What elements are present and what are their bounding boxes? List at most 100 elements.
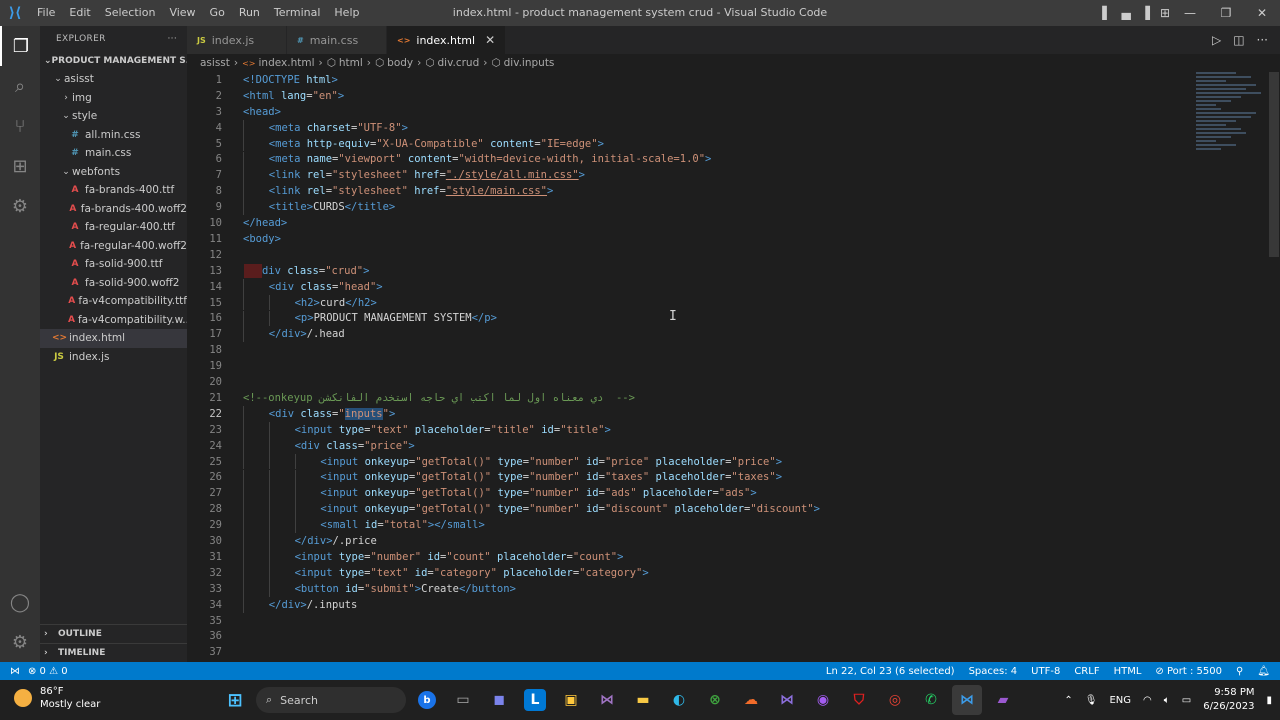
- tree-item[interactable]: › img: [40, 89, 187, 108]
- wifi-icon[interactable]: ◠: [1143, 695, 1152, 706]
- toggle-panel-icon[interactable]: ▄: [1121, 6, 1130, 20]
- edge-icon[interactable]: ◐: [664, 685, 694, 715]
- battery-icon[interactable]: ▭: [1182, 695, 1191, 706]
- bing-icon[interactable]: b: [418, 691, 436, 709]
- editor-scrollbar[interactable]: [1268, 72, 1280, 662]
- tree-item[interactable]: Afa-regular-400.ttf: [40, 218, 187, 237]
- tree-item[interactable]: Afa-solid-900.ttf: [40, 255, 187, 274]
- mcafee-icon[interactable]: ⛉: [844, 685, 874, 715]
- more-actions-icon[interactable]: ···: [168, 34, 177, 44]
- menu-help[interactable]: Help: [327, 0, 366, 26]
- end-of-line[interactable]: CRLF: [1074, 666, 1099, 677]
- volume-icon[interactable]: 🔈︎: [1164, 695, 1170, 706]
- live-server-port[interactable]: ⊘ Port : 5500: [1155, 666, 1222, 677]
- tab-index-html[interactable]: <> index.html ✕: [387, 26, 507, 54]
- tree-item[interactable]: Afa-v4compatibility.w...: [40, 311, 187, 330]
- run-icon[interactable]: ▷: [1212, 33, 1221, 47]
- tree-item[interactable]: ⌄ asisst: [40, 70, 187, 89]
- taskbar-clock[interactable]: 9:58 PM 6/26/2023: [1203, 686, 1254, 714]
- store-icon[interactable]: ▣: [556, 685, 586, 715]
- source-control-icon[interactable]: ⑂: [0, 106, 40, 146]
- tree-item[interactable]: Afa-solid-900.woff2: [40, 274, 187, 293]
- problems-indicator[interactable]: ⊗ 0 ⚠ 0: [28, 666, 68, 677]
- close-tab-icon[interactable]: ✕: [485, 33, 495, 47]
- menu-terminal[interactable]: Terminal: [267, 0, 328, 26]
- extensions-icon[interactable]: ⊞: [0, 146, 40, 186]
- code-editor[interactable]: 1 <!DOCTYPE html> 2 <html lang="en"> 3 <head>…: [187, 72, 1280, 662]
- more-actions-icon[interactable]: ···: [1257, 33, 1268, 47]
- tree-item[interactable]: Afa-regular-400.woff2: [40, 237, 187, 256]
- encoding[interactable]: UTF-8: [1031, 666, 1060, 677]
- microphone-icon[interactable]: 🎙︎: [1085, 695, 1098, 706]
- visual-studio-icon[interactable]: ⋈: [592, 685, 622, 715]
- task-view-icon[interactable]: ▭: [448, 685, 478, 715]
- close-icon[interactable]: ✕: [1244, 0, 1280, 26]
- accounts-icon[interactable]: ◯: [0, 582, 40, 622]
- remote-explorer-icon[interactable]: ⚙: [0, 186, 40, 226]
- menu-view[interactable]: View: [162, 0, 202, 26]
- vscode-taskbar-icon[interactable]: ⋈: [952, 685, 982, 715]
- xbox-icon[interactable]: ⊗: [700, 685, 730, 715]
- timeline-section[interactable]: › TIMELINE: [40, 643, 187, 661]
- menu-run[interactable]: Run: [232, 0, 267, 26]
- code-token: http-equiv: [306, 137, 370, 150]
- manage-gear-icon[interactable]: ⚙: [0, 622, 40, 662]
- menu-edit[interactable]: Edit: [62, 0, 97, 26]
- breadcrumb-item[interactable]: index.html: [259, 57, 315, 69]
- tab-main-css[interactable]: # main.css: [287, 26, 387, 54]
- breadcrumb-item[interactable]: asisst: [200, 57, 230, 69]
- tree-item[interactable]: ⌄ style: [40, 107, 187, 126]
- restore-icon[interactable]: ❐: [1208, 0, 1244, 26]
- project-root[interactable]: ⌄ PRODUCT MANAGEMENT S...: [40, 52, 187, 70]
- breadcrumb-item[interactable]: div.crud: [438, 57, 480, 69]
- outline-section[interactable]: › OUTLINE: [40, 624, 187, 642]
- breadcrumb-item[interactable]: div.inputs: [504, 57, 555, 69]
- chevron-up-icon[interactable]: ⌃: [1064, 695, 1072, 706]
- minimize-icon[interactable]: —: [1172, 0, 1208, 26]
- menu-selection[interactable]: Selection: [98, 0, 163, 26]
- notification-icon[interactable]: ▮: [1266, 695, 1272, 706]
- split-editor-icon[interactable]: ◫: [1233, 33, 1244, 47]
- windows-start-icon[interactable]: ⊞: [220, 685, 250, 715]
- tree-item[interactable]: # main.css: [40, 144, 187, 163]
- vs-code-insiders-icon[interactable]: ⋈: [772, 685, 802, 715]
- weather-widget[interactable]: 86°F Mostly clear: [14, 685, 100, 711]
- toggle-secondary-sidebar-icon[interactable]: ▐: [1141, 6, 1150, 20]
- notifications-bell-icon[interactable]: 🔔︎: [1257, 666, 1270, 677]
- messenger-icon[interactable]: ◉: [808, 685, 838, 715]
- explorer-icon[interactable]: ❐: [0, 26, 40, 66]
- chrome-icon[interactable]: ◎: [880, 685, 910, 715]
- cursor-position[interactable]: Ln 22, Col 23 (6 selected): [826, 666, 955, 677]
- file-explorer-icon[interactable]: ▬: [628, 685, 658, 715]
- taskbar-search[interactable]: ⌕ Search: [256, 687, 406, 713]
- input-language[interactable]: ENG: [1109, 695, 1131, 706]
- indentation[interactable]: Spaces: 4: [969, 666, 1018, 677]
- feedback-icon[interactable]: ⚲: [1236, 666, 1243, 677]
- tree-item[interactable]: Afa-brands-400.woff2: [40, 200, 187, 219]
- tree-item[interactable]: Afa-brands-400.ttf: [40, 181, 187, 200]
- tree-item[interactable]: <> index.html: [40, 329, 187, 348]
- breadcrumb-item[interactable]: body: [387, 57, 413, 69]
- breadcrumb-item[interactable]: html: [339, 57, 363, 69]
- system-tray: ⌃ 🎙︎ ENG ◠ 🔈︎ ▭ 9:58 PM 6/26/2023 ▮: [1064, 684, 1272, 716]
- teams-chat-icon[interactable]: ◼: [484, 685, 514, 715]
- search-icon[interactable]: ⌕: [0, 66, 40, 106]
- tree-item[interactable]: Afa-v4compatibility.ttf: [40, 292, 187, 311]
- scrollbar-thumb[interactable]: [1269, 72, 1279, 257]
- customize-layout-icon[interactable]: ⊞: [1160, 6, 1170, 20]
- minimap[interactable]: [1196, 72, 1266, 192]
- tree-item[interactable]: # all.min.css: [40, 126, 187, 145]
- tab-index-js[interactable]: JS index.js: [187, 26, 287, 54]
- clipchamp-icon[interactable]: ▰: [988, 685, 1018, 715]
- code-token: >: [363, 264, 370, 277]
- whatsapp-icon[interactable]: ✆: [916, 685, 946, 715]
- app-l-icon[interactable]: L: [524, 689, 546, 711]
- tree-item[interactable]: JS index.js: [40, 348, 187, 367]
- soundcloud-icon[interactable]: ☁: [736, 685, 766, 715]
- remote-icon[interactable]: ⋈: [10, 666, 20, 677]
- menu-go[interactable]: Go: [203, 0, 232, 26]
- toggle-primary-sidebar-icon[interactable]: ▌: [1102, 6, 1111, 20]
- menu-file[interactable]: File: [30, 0, 62, 26]
- language-mode[interactable]: HTML: [1114, 666, 1142, 677]
- tree-item[interactable]: ⌄ webfonts: [40, 163, 187, 182]
